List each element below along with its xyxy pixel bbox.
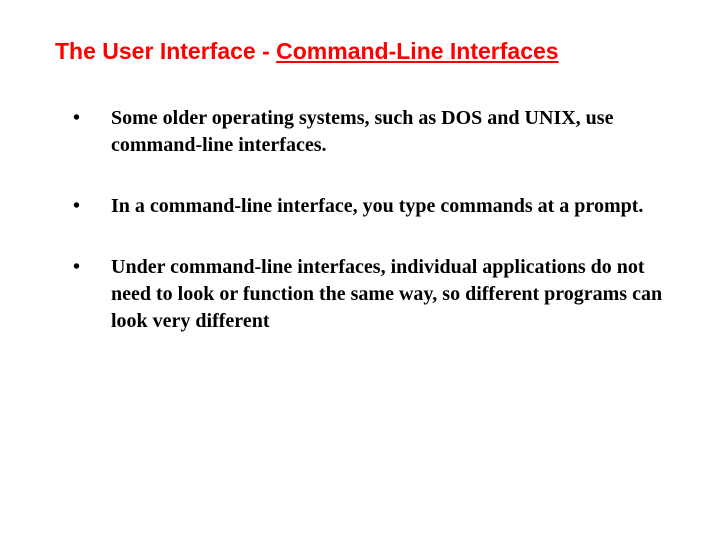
slide: The User Interface - Command-Line Interf…: [0, 0, 720, 540]
title-underlined: Command-Line Interfaces: [276, 38, 558, 64]
slide-title: The User Interface - Command-Line Interf…: [55, 38, 665, 65]
title-prefix: The User Interface -: [55, 38, 276, 64]
list-item: In a command-line interface, you type co…: [73, 193, 665, 220]
list-item: Some older operating systems, such as DO…: [73, 105, 665, 159]
bullet-list: Some older operating systems, such as DO…: [55, 105, 665, 335]
list-item: Under command-line interfaces, individua…: [73, 254, 665, 335]
